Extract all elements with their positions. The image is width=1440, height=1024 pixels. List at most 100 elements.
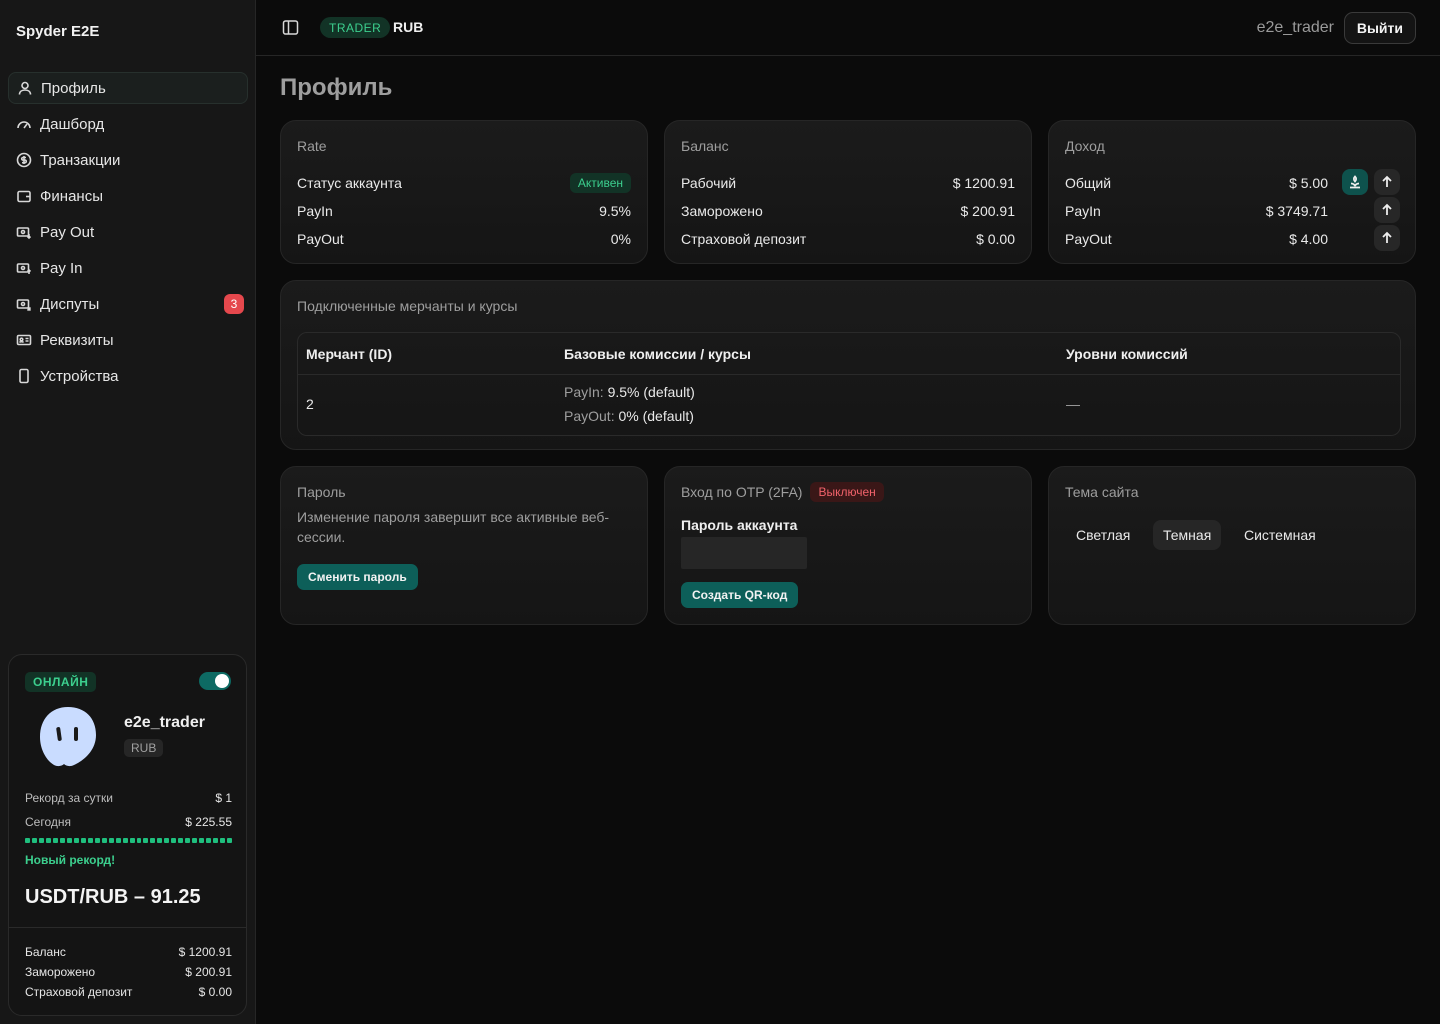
sidebar: Spyder E2E Профиль Дашборд Транзакции Фи… [0,0,256,1024]
income-payout-up-button[interactable] [1374,225,1400,251]
otp-status-badge: Выключен [810,482,884,502]
sidebar-item-payin[interactable]: Pay In [8,252,248,284]
card-deposit-label: Страховой депозит [25,985,133,999]
avatar [40,707,96,767]
frozen-balance-row: Заморожено $ 200.91 [681,201,1015,221]
gauge-icon [16,116,32,132]
page-title: Профиль [280,74,393,101]
create-qr-button[interactable]: Создать QR-код [681,582,799,608]
progress-segment [80,838,86,843]
record-row: Рекорд за сутки $ 1 [25,791,232,805]
deposit-balance-label: Страховой депозит [681,231,807,247]
card-deposit-row: Страховой депозит $ 0.00 [25,985,232,999]
card-balance-row: Баланс $ 1200.91 [25,945,232,959]
progress-segment [122,838,128,843]
password-card-title: Пароль [297,484,346,500]
progress-segment [25,838,30,843]
card-deposit-value: $ 0.00 [198,985,232,999]
rate-payin-value: 9.5% [599,203,631,219]
progress-segment [66,838,72,843]
balance-card-title: Баланс [681,138,729,154]
sidebar-item-transactions[interactable]: Транзакции [8,144,248,176]
rate-payout-value: 0% [610,231,631,247]
progress-segment [227,838,233,843]
otp-password-label: Пароль аккаунта [681,517,798,533]
password-description: Изменение пароля завершит все активные в… [297,509,610,545]
sidebar-item-devices[interactable]: Устройства [8,360,248,392]
merchants-table: Мерчант (ID) Базовые комиссии / курсы Ур… [297,332,1401,436]
sidebar-item-label: Профиль [41,79,106,97]
card-frozen-label: Заморожено [25,965,96,979]
progress-segment [220,838,226,843]
progress-segment [59,838,65,843]
id-card-icon [16,332,32,348]
arrow-up-icon [1382,175,1392,187]
money-out-icon [16,224,32,240]
progress-segment [192,838,198,843]
progress-segment [185,838,191,843]
progress-segment [150,838,156,843]
merchant-payout-label: PayOut: [564,408,615,424]
income-payout-row: PayOut $ 4.00 [1065,229,1328,249]
frozen-balance-label: Заморожено [681,203,763,219]
income-total-up-button[interactable] [1374,169,1400,195]
progress-segment [199,838,205,843]
topbar-username: e2e_trader [1256,19,1334,36]
logout-button[interactable]: Выйти [1343,12,1416,44]
online-toggle[interactable] [199,672,231,690]
sidebar-toggle-icon[interactable] [282,19,299,36]
user-icon [17,80,33,96]
column-header-merchant: Мерчант (ID) [306,346,393,362]
progress-segment [178,838,184,843]
card-balance-label: Баланс [25,945,66,959]
otp-card: Вход по OTP (2FA) Выключен Пароль аккаун… [664,466,1032,625]
column-header-fee-levels: Уровни комиссий [1066,346,1188,362]
card-frozen-value: $ 200.91 [185,965,232,979]
progress-segment [143,838,149,843]
otp-password-input[interactable] [681,537,807,569]
sidebar-item-finance[interactable]: Финансы [8,180,248,212]
income-payin-row: PayIn $ 3749.71 [1065,201,1328,221]
progress-segment [108,838,114,843]
progress-segment [136,838,142,843]
progress-segment [101,838,107,843]
trader-status-card: ОНЛАЙН e2e_trader RUB Рекорд за сутки $ … [8,654,247,1016]
sidebar-item-requisites[interactable]: Реквизиты [8,324,248,356]
sidebar-item-label: Диспуты [40,295,100,313]
card-balance-value: $ 1200.91 [178,945,232,959]
sidebar-item-label: Pay In [40,259,83,277]
merchant-levels-cell: — [1066,396,1080,412]
wallet-icon [16,188,32,204]
sidebar-item-disputes[interactable]: Диспуты 3 [8,288,248,320]
progress-segment [129,838,135,843]
sidebar-item-profile[interactable]: Профиль [8,72,248,104]
income-card-title: Доход [1065,138,1105,154]
sidebar-item-payout[interactable]: Pay Out [8,216,248,248]
sidebar-item-dashboard[interactable]: Дашборд [8,108,248,140]
sidebar-item-label: Транзакции [40,151,121,169]
progress-segment [38,838,44,843]
sidebar-item-label: Устройства [40,367,119,385]
disputes-count-badge: 3 [224,294,244,314]
income-payin-up-button[interactable] [1374,197,1400,223]
card-frozen-row: Заморожено $ 200.91 [25,965,232,979]
otp-card-header: Вход по OTP (2FA) Выключен [681,482,884,502]
account-status-badge: Активен [569,173,631,193]
theme-option-light[interactable]: Светлая [1066,520,1140,550]
daily-progress-bar [25,838,233,843]
withdraw-bonus-button[interactable] [1342,169,1368,195]
rate-payout-label: PayOut [297,231,344,247]
account-status-label: Статус аккаунта [297,175,402,191]
theme-option-dark[interactable]: Темная [1153,520,1222,550]
rate-payin-row: PayIn 9.5% [297,201,631,221]
progress-segment [73,838,79,843]
rate-payout-row: PayOut 0% [297,229,631,249]
arrow-up-icon [1382,231,1392,243]
income-total-value: $ 5.00 [1289,175,1328,191]
money-x-icon [16,296,32,312]
card-divider [9,927,246,928]
sidebar-nav: Профиль Дашборд Транзакции Финансы Pay O… [8,72,248,396]
theme-option-system[interactable]: Системная [1234,520,1326,550]
working-balance-label: Рабочий [681,175,737,191]
change-password-button[interactable]: Сменить пароль [297,564,418,590]
